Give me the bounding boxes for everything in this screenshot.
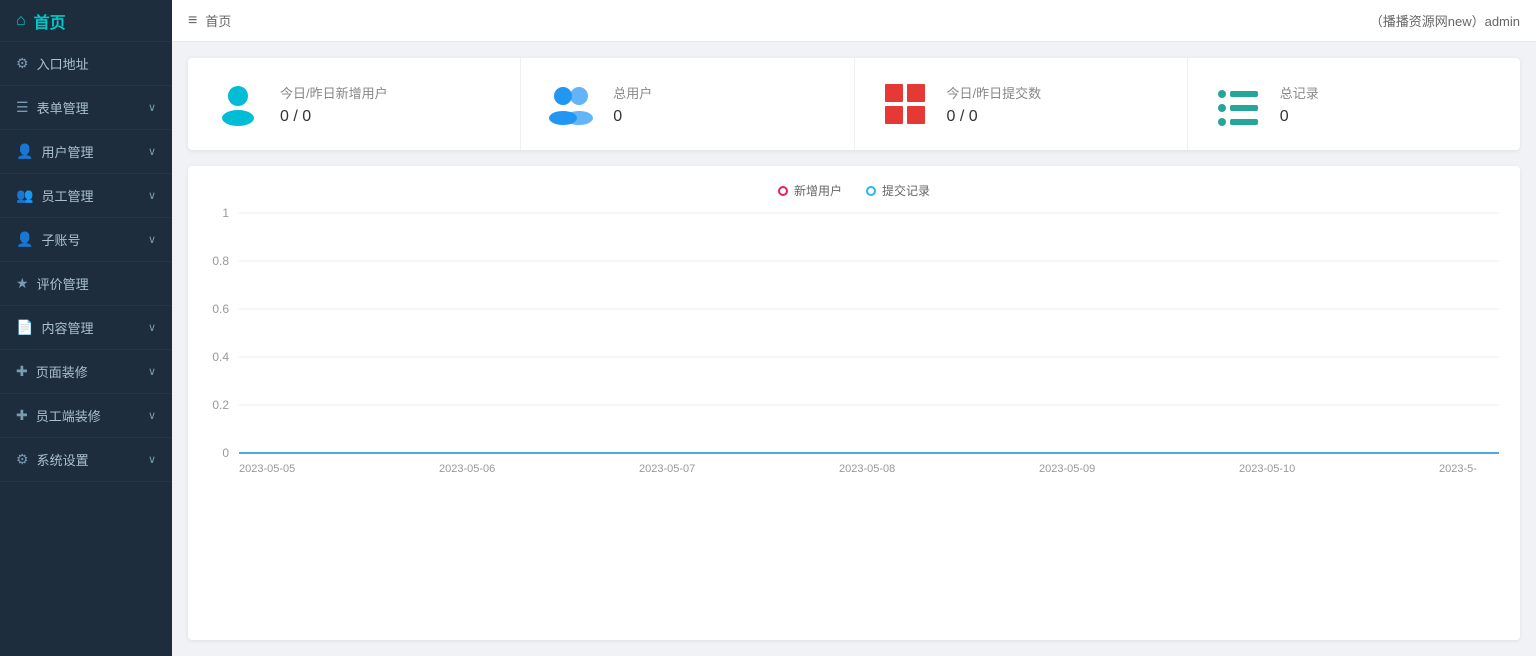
svg-text:0: 0 bbox=[222, 446, 229, 460]
sidebar-item-entrance[interactable]: ⚙ 入口地址 bbox=[0, 42, 172, 86]
legend-dot-pink bbox=[778, 186, 788, 196]
sidebar-item-content[interactable]: 📄 内容管理 ∨ bbox=[0, 306, 172, 350]
sidebar: ⌂ 首页 ⚙ 入口地址 ☰ 表单管理 ∨ 👤 用户管理 ∨ 👥 员工管理 ∨ 👤… bbox=[0, 0, 172, 656]
gear-icon: ⚙ bbox=[16, 55, 29, 72]
stat-info-total-records: 总记录 0 bbox=[1280, 83, 1496, 126]
chart-area: 新增用户 提交记录 1 0.8 0.6 0.4 0.2 0 bbox=[188, 166, 1520, 640]
home-icon: ⌂ bbox=[16, 12, 26, 30]
chart-container: 1 0.8 0.6 0.4 0.2 0 2023-05-05 2023-05-0… bbox=[204, 207, 1504, 487]
chevron-down-icon: ∨ bbox=[148, 453, 156, 466]
stats-row: 今日/昨日新增用户 0 / 0 总用户 0 bbox=[188, 58, 1520, 150]
sidebar-item-staffdesign[interactable]: ✚ 员工端装修 ∨ bbox=[0, 394, 172, 438]
stat-info-new-users: 今日/昨日新增用户 0 / 0 bbox=[280, 83, 496, 126]
stat-card-new-users: 今日/昨日新增用户 0 / 0 bbox=[188, 58, 521, 150]
sidebar-item-users[interactable]: 👤 用户管理 ∨ bbox=[0, 130, 172, 174]
stat-label-total-records: 总记录 bbox=[1280, 83, 1496, 102]
sidebar-item-label: 表单管理 bbox=[37, 98, 148, 117]
stat-value-new-users: 0 / 0 bbox=[280, 108, 496, 126]
chevron-down-icon: ∨ bbox=[148, 189, 156, 202]
svg-text:0.2: 0.2 bbox=[212, 398, 229, 412]
stat-card-total-users: 总用户 0 bbox=[521, 58, 854, 150]
legend-label-submissions: 提交记录 bbox=[882, 182, 930, 199]
stat-label-total-users: 总用户 bbox=[613, 83, 829, 102]
star-icon: ★ bbox=[16, 275, 29, 292]
sidebar-item-form[interactable]: ☰ 表单管理 ∨ bbox=[0, 86, 172, 130]
svg-text:0.6: 0.6 bbox=[212, 302, 229, 316]
chart-legend: 新增用户 提交记录 bbox=[204, 182, 1504, 199]
svg-text:2023-05-06: 2023-05-06 bbox=[439, 463, 495, 475]
plus-icon: ✚ bbox=[16, 363, 28, 380]
stat-value-total-users: 0 bbox=[613, 108, 829, 126]
sidebar-item-label: 系统设置 bbox=[37, 450, 148, 469]
chevron-down-icon: ∨ bbox=[148, 233, 156, 246]
stat-label-submissions: 今日/昨日提交数 bbox=[947, 83, 1163, 102]
user-single-icon bbox=[212, 78, 264, 130]
sidebar-item-label: 入口地址 bbox=[37, 54, 156, 73]
stat-card-total-records: 总记录 0 bbox=[1188, 58, 1520, 150]
svg-text:2023-5-: 2023-5- bbox=[1439, 463, 1477, 475]
svg-text:2023-05-09: 2023-05-09 bbox=[1039, 463, 1095, 475]
stat-label-new-users: 今日/昨日新增用户 bbox=[280, 83, 496, 102]
svg-text:1: 1 bbox=[222, 207, 229, 220]
svg-text:2023-05-10: 2023-05-10 bbox=[1239, 463, 1295, 475]
user-group-icon bbox=[545, 78, 597, 130]
legend-new-users: 新增用户 bbox=[778, 182, 842, 199]
stat-value-submissions: 0 / 0 bbox=[947, 108, 1163, 126]
chevron-down-icon: ∨ bbox=[148, 145, 156, 158]
chevron-down-icon: ∨ bbox=[148, 365, 156, 378]
topbar-left: ≡ 首页 bbox=[188, 11, 231, 30]
legend-submissions: 提交记录 bbox=[866, 182, 930, 199]
sidebar-item-label: 内容管理 bbox=[41, 318, 148, 337]
sidebar-header[interactable]: ⌂ 首页 bbox=[0, 0, 172, 42]
sidebar-item-pagedesign[interactable]: ✚ 页面装修 ∨ bbox=[0, 350, 172, 394]
stat-info-submissions: 今日/昨日提交数 0 / 0 bbox=[947, 83, 1163, 126]
legend-dot-blue bbox=[866, 186, 876, 196]
chevron-down-icon: ∨ bbox=[148, 409, 156, 422]
sidebar-item-label: 员工端装修 bbox=[36, 406, 148, 425]
person-icon: 👤 bbox=[16, 231, 33, 248]
plus-icon: ✚ bbox=[16, 407, 28, 424]
person-group-icon: 👥 bbox=[16, 187, 33, 204]
svg-text:2023-05-07: 2023-05-07 bbox=[639, 463, 695, 475]
stat-value-total-records: 0 bbox=[1280, 108, 1496, 126]
line-chart: 1 0.8 0.6 0.4 0.2 0 2023-05-05 2023-05-0… bbox=[204, 207, 1504, 487]
svg-text:0.4: 0.4 bbox=[212, 350, 229, 364]
svg-text:2023-05-08: 2023-05-08 bbox=[839, 463, 895, 475]
sidebar-item-subaccount[interactable]: 👤 子账号 ∨ bbox=[0, 218, 172, 262]
list-dots-icon bbox=[1212, 78, 1264, 130]
chevron-down-icon: ∨ bbox=[148, 321, 156, 334]
sidebar-home-label: 首页 bbox=[34, 9, 66, 33]
legend-label-new-users: 新增用户 bbox=[794, 182, 842, 199]
sidebar-item-review[interactable]: ★ 评价管理 bbox=[0, 262, 172, 306]
sidebar-item-label: 子账号 bbox=[41, 230, 148, 249]
menu-toggle-button[interactable]: ≡ bbox=[188, 12, 197, 30]
sidebar-item-label: 员工管理 bbox=[41, 186, 148, 205]
chevron-down-icon: ∨ bbox=[148, 101, 156, 114]
sidebar-item-label: 评价管理 bbox=[37, 274, 156, 293]
grid-icon bbox=[879, 78, 931, 130]
stat-card-submissions: 今日/昨日提交数 0 / 0 bbox=[855, 58, 1188, 150]
breadcrumb: 首页 bbox=[205, 11, 231, 30]
user-info: （播播资源网new）admin bbox=[1370, 11, 1520, 30]
svg-text:0.8: 0.8 bbox=[212, 254, 229, 268]
gear-icon: ⚙ bbox=[16, 451, 29, 468]
svg-text:2023-05-05: 2023-05-05 bbox=[239, 463, 295, 475]
book-icon: 📄 bbox=[16, 319, 33, 336]
sidebar-item-settings[interactable]: ⚙ 系统设置 ∨ bbox=[0, 438, 172, 482]
sidebar-item-staff[interactable]: 👥 员工管理 ∨ bbox=[0, 174, 172, 218]
sidebar-item-label: 用户管理 bbox=[41, 142, 148, 161]
stat-info-total-users: 总用户 0 bbox=[613, 83, 829, 126]
person-icon: 👤 bbox=[16, 143, 33, 160]
topbar: ≡ 首页 （播播资源网new）admin bbox=[172, 0, 1536, 42]
sidebar-item-label: 页面装修 bbox=[36, 362, 148, 381]
main-content: ≡ 首页 （播播资源网new）admin 今日/昨日新增用户 0 / 0 bbox=[172, 0, 1536, 656]
list-icon: ☰ bbox=[16, 99, 29, 116]
